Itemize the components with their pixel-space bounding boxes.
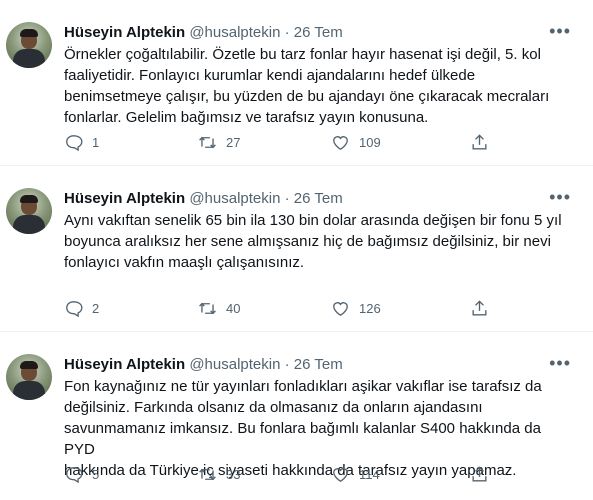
- separator-dot: ·: [284, 190, 290, 207]
- reply-icon: [66, 301, 83, 318]
- tweet-text-line: benimsetmeye çalışır, bu yüzden de bu aj…: [64, 88, 550, 105]
- tweet-text-line: Fon kaynağınız ne tür yayınları fonladık…: [64, 378, 542, 395]
- tweet-actions: 2 40 126: [64, 299, 487, 323]
- reply-count: 2: [92, 301, 100, 316]
- reply-button[interactable]: 2: [64, 299, 99, 318]
- more-options-icon[interactable]: •••: [549, 188, 571, 206]
- separator-dot: ·: [284, 356, 290, 373]
- like-count: 126: [359, 301, 381, 316]
- retweet-icon: [199, 468, 216, 481]
- reply-count: 5: [92, 467, 100, 482]
- reply-button[interactable]: 5: [64, 465, 99, 484]
- tweet-header: Hüseyin Alptekin @husalptekin · 26 Tem: [64, 190, 343, 208]
- retweet-icon: [199, 136, 216, 149]
- avatar-hair: [20, 29, 38, 37]
- tweet-text-line: Aynı vakıftan senelik 65 bin ila 130 bin…: [64, 212, 562, 229]
- avatar-body: [13, 381, 45, 400]
- like-icon: [333, 302, 348, 317]
- more-options-icon[interactable]: •••: [549, 22, 571, 40]
- share-button[interactable]: [470, 465, 489, 484]
- author-handle[interactable]: @husalptekin: [189, 190, 280, 207]
- tweet-actions: 1 27 109: [64, 133, 487, 157]
- reply-button[interactable]: 1: [64, 133, 99, 152]
- retweet-count: 33: [226, 467, 241, 482]
- tweet-header: Hüseyin Alptekin @husalptekin · 26 Tem: [64, 24, 343, 42]
- like-icon: [333, 136, 348, 151]
- like-button[interactable]: 126: [331, 299, 381, 318]
- tweet-text-line: faaliyetidir. Fonlayıcı kurumlar kendi a…: [64, 67, 476, 84]
- avatar-hair: [20, 195, 38, 203]
- avatar[interactable]: [6, 22, 52, 68]
- share-icon: [472, 134, 487, 150]
- avatar[interactable]: [6, 188, 52, 234]
- tweet-text-line: Örnekler çoğaltılabilir. Özetle bu tarz …: [64, 46, 541, 63]
- author-handle[interactable]: @husalptekin: [189, 24, 280, 41]
- tweet-text-line: boyunca aralıksız her sene almışsanız hi…: [64, 233, 551, 250]
- tweet[interactable]: Hüseyin Alptekin @husalptekin · 26 Tem •…: [0, 332, 593, 498]
- reply-count: 1: [92, 135, 100, 150]
- tweet[interactable]: Hüseyin Alptekin @husalptekin · 26 Tem •…: [0, 0, 593, 166]
- avatar-body: [13, 49, 45, 68]
- retweet-count: 40: [226, 301, 241, 316]
- tweet-date[interactable]: 26 Tem: [294, 190, 343, 207]
- tweet-text-line: fonlayıcı vakfın maaşlı çalışanısınız.: [64, 254, 305, 271]
- reply-icon: [66, 467, 83, 484]
- like-button[interactable]: 109: [331, 133, 381, 152]
- tweet-date[interactable]: 26 Tem: [294, 356, 343, 373]
- like-button[interactable]: 114: [331, 465, 380, 484]
- tweet-actions: 5 33 114: [64, 465, 487, 489]
- retweet-button[interactable]: 40: [198, 299, 240, 318]
- retweet-count: 27: [226, 135, 241, 150]
- like-count: 109: [359, 135, 381, 150]
- author-name[interactable]: Hüseyin Alptekin: [64, 190, 185, 207]
- tweet-text-line: değilsiniz. Farkında olsanız da olmasanı…: [64, 399, 483, 416]
- share-button[interactable]: [470, 299, 489, 318]
- tweet-timeline: Hüseyin Alptekin @husalptekin · 26 Tem •…: [0, 0, 593, 500]
- retweet-button[interactable]: 33: [198, 465, 240, 484]
- author-handle[interactable]: @husalptekin: [189, 356, 280, 373]
- author-name[interactable]: Hüseyin Alptekin: [64, 24, 185, 41]
- separator-dot: ·: [284, 24, 290, 41]
- avatar-hair: [20, 361, 38, 369]
- retweet-button[interactable]: 27: [198, 133, 240, 152]
- share-icon: [472, 300, 487, 316]
- tweet-text-line: fonlarlar. Gelelim bağımsız ve tarafsız …: [64, 109, 429, 126]
- tweet-header: Hüseyin Alptekin @husalptekin · 26 Tem: [64, 356, 343, 374]
- tweet-text: Örnekler çoğaltılabilir. Özetle bu tarz …: [64, 44, 574, 128]
- like-icon: [333, 468, 348, 483]
- share-icon: [472, 466, 487, 482]
- tweet-text-line: savunmamanız imkansız. Bu fonlara bağıml…: [64, 420, 541, 458]
- tweet-text: Aynı vakıftan senelik 65 bin ila 130 bin…: [64, 210, 574, 273]
- reply-icon: [66, 135, 83, 152]
- retweet-icon: [199, 302, 216, 315]
- avatar-body: [13, 215, 45, 234]
- share-button[interactable]: [470, 133, 489, 152]
- more-options-icon[interactable]: •••: [549, 354, 571, 372]
- like-count: 114: [359, 467, 380, 482]
- author-name[interactable]: Hüseyin Alptekin: [64, 356, 185, 373]
- tweet[interactable]: Hüseyin Alptekin @husalptekin · 26 Tem •…: [0, 166, 593, 332]
- avatar[interactable]: [6, 354, 52, 400]
- tweet-date[interactable]: 26 Tem: [294, 24, 343, 41]
